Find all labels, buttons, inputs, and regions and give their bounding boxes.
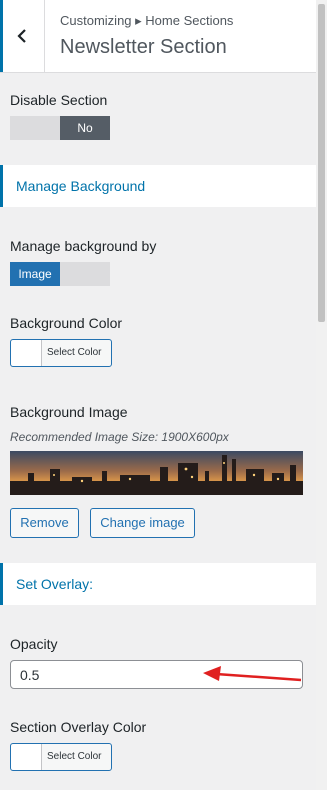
- opacity-value: 0.5: [20, 667, 40, 683]
- color-swatch: [11, 744, 42, 770]
- toggle-value: Image: [10, 262, 60, 286]
- background-image-description: Recommended Image Size: 1900X600px: [10, 430, 229, 444]
- back-button[interactable]: [0, 0, 45, 72]
- panel-header: Customizing ▸ Home Sections Newsletter S…: [0, 0, 316, 73]
- refinery-image: [10, 451, 303, 495]
- background-color-picker[interactable]: Select Color: [10, 339, 112, 367]
- overlay-color-label: Section Overlay Color: [10, 719, 147, 735]
- red-arrow-annotation: [203, 666, 302, 682]
- background-image-label: Background Image: [10, 404, 128, 420]
- color-swatch: [11, 340, 42, 366]
- background-color-label: Background Color: [10, 315, 123, 331]
- opacity-label: Opacity: [10, 636, 58, 652]
- section-title: Newsletter Section: [60, 36, 227, 58]
- select-color-label: Select Color: [47, 347, 102, 358]
- toggle-value: No: [60, 116, 110, 140]
- chevron-left-icon: [17, 29, 26, 43]
- scrollbar[interactable]: [316, 0, 327, 790]
- select-color-label: Select Color: [47, 751, 102, 762]
- customizer-panel: Customizing ▸ Home Sections Newsletter S…: [0, 0, 316, 790]
- background-image-thumbnail[interactable]: [10, 451, 303, 495]
- manage-background-by-label: Manage background by: [10, 238, 157, 254]
- breadcrumb: Customizing ▸ Home Sections: [60, 13, 234, 28]
- manage-background-heading-text: Manage Background: [16, 178, 146, 194]
- overlay-color-picker[interactable]: Select Color: [10, 743, 112, 771]
- change-image-button[interactable]: Change image: [90, 508, 195, 538]
- set-overlay-heading: Set Overlay:: [0, 563, 316, 605]
- manage-background-by-toggle[interactable]: Image: [10, 262, 110, 286]
- remove-image-button[interactable]: Remove: [10, 508, 79, 538]
- disable-section-toggle[interactable]: No: [10, 116, 110, 140]
- manage-background-heading: Manage Background: [0, 165, 316, 207]
- disable-section-label: Disable Section: [10, 92, 108, 108]
- set-overlay-heading-text: Set Overlay:: [16, 576, 94, 592]
- scrollbar-thumb[interactable]: [318, 4, 325, 322]
